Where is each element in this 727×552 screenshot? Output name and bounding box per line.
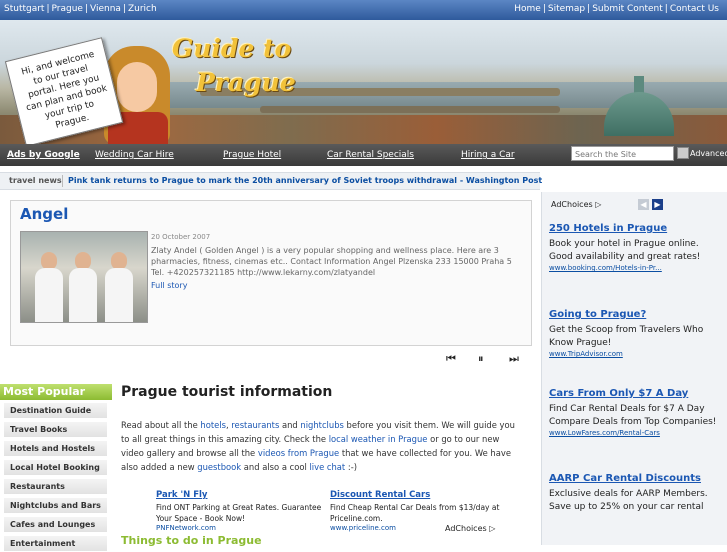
submit-content-link[interactable]: Submit Content — [592, 4, 663, 14]
featured-story: Angel 20 October 2007 Zlaty Andel ( Gold… — [10, 200, 532, 346]
right-ad-column: AdChoices ▷ ◀ ▶ 250 Hotels in Prague Boo… — [541, 192, 727, 545]
ad-url-link[interactable]: www.TripAdvisor.com — [549, 350, 724, 358]
city-link-vienna[interactable]: Vienna — [90, 4, 121, 14]
restaurants-link[interactable]: restaurants — [231, 420, 279, 430]
sidebar-item-cafes-and-lounges[interactable]: Cafes and Lounges — [4, 517, 107, 533]
city-link-prague[interactable]: Prague — [52, 4, 83, 14]
featured-photo[interactable] — [20, 231, 148, 323]
ad-title-link[interactable]: 250 Hotels in Prague — [549, 222, 724, 236]
most-popular-sidebar: Most Popular Destination Guide Travel Bo… — [0, 384, 112, 552]
header-banner: Hi, and welcome to our travel portal. He… — [0, 20, 727, 144]
pause-icon[interactable]: ⏸ — [478, 352, 484, 366]
local-weather-link[interactable]: local weather in Prague — [329, 434, 428, 444]
nav-link-car-rental-specials[interactable]: Car Rental Specials — [327, 150, 414, 160]
sidebar-item-hotels-and-hostels[interactable]: Hotels and Hostels — [4, 441, 107, 457]
utility-links: Home | Sitemap | Submit Content | Contact Us — [514, 4, 719, 14]
intro-paragraph: Read about all the hotels, restaurants a… — [121, 420, 515, 472]
photo-person — [105, 268, 133, 322]
banner-bridge — [260, 106, 560, 113]
featured-body: Zlaty Andel ( Golden Angel ) is a very p… — [151, 246, 512, 277]
ad-description: Book your hotel in Prague online. Good a… — [549, 239, 701, 262]
right-ad: Going to Prague? Get the Scoop from Trav… — [549, 308, 724, 358]
sidebar-item-travel-books[interactable]: Travel Books — [4, 422, 107, 438]
ad-nav-bar: Ads by Google Wedding Car Hire Prague Ho… — [0, 144, 727, 166]
sidebar-item-destination-guide[interactable]: Destination Guide — [4, 403, 107, 419]
inline-ad-park-n-fly: Park 'N Fly Find ONT Parking at Great Ra… — [156, 490, 326, 532]
home-link[interactable]: Home — [514, 4, 541, 14]
right-ad: AARP Car Rental Discounts Exclusive deal… — [549, 472, 724, 514]
things-to-do-heading: Things to do in Prague — [121, 534, 262, 547]
ad-url-link[interactable]: www.booking.com/Hotels-in-Pr... — [549, 264, 724, 272]
ads-by-google-link[interactable]: Ads by Google — [7, 150, 80, 160]
city-link-stuttgart[interactable]: Stuttgart — [4, 4, 44, 14]
next-ad-icon[interactable]: ▶ — [652, 199, 663, 210]
site-logo-line1[interactable]: Guide to — [172, 34, 291, 63]
live-chat-link[interactable]: live chat — [309, 462, 345, 472]
right-ad: 250 Hotels in Prague Book your hotel in … — [549, 222, 724, 272]
sidebar-item-restaurants[interactable]: Restaurants — [4, 479, 107, 495]
contact-us-link[interactable]: Contact Us — [670, 4, 719, 14]
city-link-zurich[interactable]: Zurich — [128, 4, 157, 14]
videos-link[interactable]: videos from Prague — [258, 448, 339, 458]
previous-ad-icon[interactable]: ◀ — [638, 199, 649, 210]
ad-description: Find ONT Parking at Great Rates. Guarant… — [156, 503, 322, 523]
sidebar-item-local-hotel-booking[interactable]: Local Hotel Booking — [4, 460, 107, 476]
adchoices-link[interactable]: AdChoices ▷ — [551, 200, 601, 209]
mascot-face — [117, 62, 157, 112]
guestbook-link[interactable]: guestbook — [197, 462, 241, 472]
ad-title-link[interactable]: Cars From Only $7 A Day — [549, 387, 724, 401]
ad-description: Find Cheap Rental Car Deals from $13/day… — [330, 503, 500, 523]
ad-description: Get the Scoop from Travelers Who Know Pr… — [549, 325, 704, 348]
ad-title-link[interactable]: Park 'N Fly — [156, 490, 326, 500]
ad-description: Exclusive deals for AARP Members. Save u… — [549, 489, 708, 512]
top-bar: Stuttgart | Prague | Vienna | Zurich Home | Site… — [0, 0, 727, 20]
full-story-link[interactable]: Full story — [151, 281, 187, 290]
ad-url-link[interactable]: PNFNetwork.com — [156, 524, 326, 532]
news-ticker: travel news Pink tank returns to Prague … — [0, 172, 542, 190]
sitemap-link[interactable]: Sitemap — [548, 4, 585, 14]
ad-description: Find Car Rental Deals for $7 A Day Compa… — [549, 404, 717, 427]
site-logo-line2[interactable]: Prague — [196, 68, 296, 97]
news-divider — [62, 175, 63, 187]
city-links: Stuttgart | Prague | Vienna | Zurich — [4, 4, 157, 14]
photo-person — [35, 268, 63, 322]
next-icon[interactable]: ⏭ — [509, 352, 519, 366]
featured-date: 20 October 2007 — [151, 233, 211, 241]
ad-title-link[interactable]: Going to Prague? — [549, 308, 724, 322]
photo-person — [69, 268, 97, 322]
search-input[interactable]: Search the Site — [571, 146, 674, 161]
search-icon[interactable] — [677, 147, 689, 159]
ad-title-link[interactable]: Discount Rental Cars — [330, 490, 500, 500]
news-headline-link[interactable]: Pink tank returns to Prague to mark the … — [68, 176, 542, 185]
previous-icon[interactable]: ⏮ — [446, 352, 456, 366]
advanced-search-link[interactable]: Advanced — [690, 149, 727, 158]
nav-link-prague-hotel[interactable]: Prague Hotel — [223, 150, 281, 160]
most-popular-heading: Most Popular — [0, 384, 112, 400]
right-ad: Cars From Only $7 A Day Find Car Rental … — [549, 387, 724, 437]
welcome-sign-text: Hi, and welcome to our travel portal. He… — [20, 49, 109, 131]
sidebar-item-entertainment[interactable]: Entertainment — [4, 536, 107, 552]
page-title: Prague tourist information — [121, 384, 333, 400]
ad-title-link[interactable]: AARP Car Rental Discounts — [549, 472, 724, 486]
news-label: travel news — [9, 176, 62, 185]
featured-title[interactable]: Angel — [20, 205, 68, 223]
sidebar-item-nightclubs-and-bars[interactable]: Nightclubs and Bars — [4, 498, 107, 514]
adchoices-link[interactable]: AdChoices ▷ — [445, 524, 495, 533]
nav-link-wedding-car-hire[interactable]: Wedding Car Hire — [95, 150, 174, 160]
hotels-link[interactable]: hotels — [200, 420, 226, 430]
nightclubs-link[interactable]: nightclubs — [300, 420, 343, 430]
ad-url-link[interactable]: www.LowFares.com/Rental-Cars — [549, 429, 724, 437]
nav-link-hiring-a-car[interactable]: Hiring a Car — [461, 150, 515, 160]
